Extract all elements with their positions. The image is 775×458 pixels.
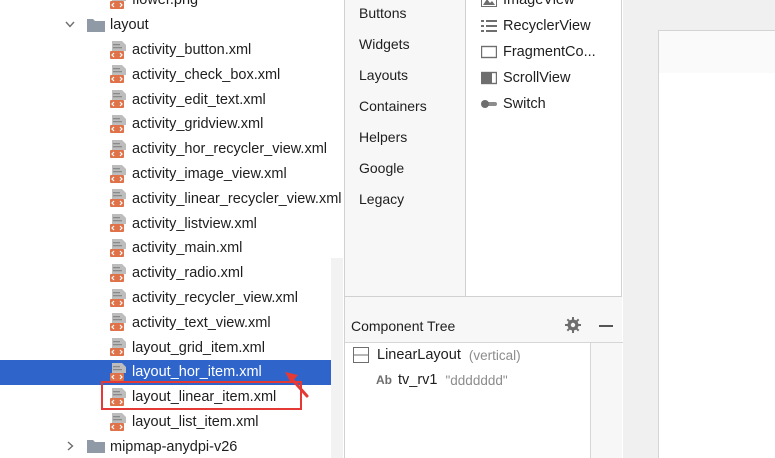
palette-category-google[interactable]: Google	[359, 160, 404, 176]
xml-file-icon	[110, 164, 128, 184]
tree-file-row[interactable]: activity_listview.xml	[0, 211, 343, 236]
component-node-linearlayout[interactable]: LinearLayout (vertical)	[353, 347, 521, 363]
device-preview[interactable]	[658, 30, 775, 458]
xml-file-icon	[110, 337, 128, 357]
tree-file-row[interactable]: activity_recycler_view.xml	[0, 286, 343, 311]
xml-file-icon	[110, 362, 128, 382]
palette-category-layouts[interactable]: Layouts	[359, 67, 408, 83]
component-node-tv-rv1[interactable]: Ab tv_rv1 "ddddddd"	[376, 372, 508, 388]
tree-file-row[interactable]: activity_text_view.xml	[0, 310, 343, 335]
tree-item-label: activity_linear_recycler_view.xml	[132, 190, 342, 207]
tree-item-label: layout	[110, 17, 149, 34]
tree-file-row[interactable]: activity_main.xml	[0, 236, 343, 261]
palette-items: ImageView RecyclerView FragmentCo... Scr…	[467, 0, 622, 296]
tree-item-label: activity_gridview.xml	[132, 116, 264, 133]
scroll-icon	[479, 70, 499, 86]
collapse-panel-icon[interactable]	[599, 325, 613, 327]
component-tree-header: Component Tree	[345, 297, 623, 343]
component-tree-panel: Component Tree LinearLayout (vertical) A…	[344, 296, 623, 458]
palette-item-scrollview[interactable]: ScrollView	[479, 68, 570, 88]
component-node-hint: (vertical)	[468, 347, 521, 363]
tree-folder-row[interactable]: layout	[0, 13, 343, 38]
linear-layout-icon	[353, 347, 371, 363]
design-canvas	[623, 0, 775, 458]
xml-file-icon	[110, 139, 128, 159]
folder-icon	[87, 18, 105, 32]
image-file-icon	[110, 0, 128, 10]
tree-item-label: activity_hor_recycler_view.xml	[132, 141, 328, 158]
palette-category-helpers[interactable]: Helpers	[359, 129, 407, 145]
tree-file-row[interactable]: activity_check_box.xml	[0, 62, 343, 87]
component-node-label: tv_rv1	[398, 372, 438, 388]
gear-icon[interactable]	[565, 317, 581, 333]
component-node-hint: "ddddddd"	[445, 372, 508, 388]
tree-file-row[interactable]: activity_button.xml	[0, 38, 343, 63]
palette-category-legacy[interactable]: Legacy	[359, 191, 404, 207]
tree-item-label: activity_check_box.xml	[132, 66, 281, 83]
tree-file-row[interactable]: activity_hor_recycler_view.xml	[0, 137, 343, 162]
tree-file-row[interactable]: activity_edit_text.xml	[0, 87, 343, 112]
tree-item-label: activity_button.xml	[132, 41, 252, 58]
palette-item-label: Switch	[503, 96, 546, 112]
component-tree-body: LinearLayout (vertical) Ab tv_rv1 "ddddd…	[345, 343, 591, 458]
xml-file-icon	[110, 114, 128, 134]
tree-item-label: activity_image_view.xml	[132, 165, 287, 182]
tree-item-label: layout_grid_item.xml	[132, 339, 265, 356]
palette-item-fragmentcontainer[interactable]: FragmentCo...	[479, 42, 596, 62]
chevron-down-icon[interactable]	[64, 19, 76, 31]
palette-categories: Buttons Widgets Layouts Containers Helpe…	[344, 0, 466, 296]
palette-item-label: ScrollView	[503, 70, 571, 86]
tree-folder-row[interactable]: mipmap-anydpi-v26	[0, 434, 343, 458]
tree-file-row[interactable]: flower.png	[0, 0, 343, 13]
component-tree-title: Component Tree	[351, 318, 456, 334]
tree-item-label: activity_text_view.xml	[132, 314, 271, 331]
tree-file-row[interactable]: activity_image_view.xml	[0, 162, 343, 187]
xml-file-icon	[110, 263, 128, 283]
list-icon	[479, 18, 499, 34]
xml-file-icon	[110, 312, 128, 332]
palette-item-label: ImageView	[503, 0, 575, 8]
xml-file-icon	[110, 238, 128, 258]
tree-file-row[interactable]: activity_gridview.xml	[0, 112, 343, 137]
tree-item-label: layout_hor_item.xml	[132, 364, 262, 381]
annotation-arrow	[285, 372, 309, 398]
palette-category-containers[interactable]: Containers	[359, 98, 427, 114]
textview-icon: Ab	[376, 373, 392, 387]
tree-item-label: flower.png	[132, 0, 199, 9]
tree-scrollbar[interactable]	[331, 258, 343, 458]
component-node-label: LinearLayout	[377, 347, 461, 363]
xml-file-icon	[110, 213, 128, 233]
tree-item-label: activity_recycler_view.xml	[132, 289, 298, 306]
xml-file-icon	[110, 89, 128, 109]
palette-item-label: FragmentCo...	[503, 44, 596, 60]
folder-icon	[87, 439, 105, 454]
palette-category-buttons[interactable]: Buttons	[359, 5, 406, 21]
xml-file-icon	[110, 288, 128, 308]
highlight-box	[101, 381, 302, 410]
switch-icon	[479, 96, 499, 112]
xml-file-icon	[110, 188, 128, 208]
palette-item-label: RecyclerView	[503, 18, 591, 34]
tree-item-label: layout_list_item.xml	[132, 413, 259, 430]
tree-file-row[interactable]: activity_linear_recycler_view.xml	[0, 186, 343, 211]
palette-item-imageview[interactable]: ImageView	[479, 0, 574, 10]
image-icon	[479, 0, 499, 8]
xml-file-icon	[110, 412, 128, 432]
device-preview-topbar	[659, 31, 775, 73]
tree-item-label: activity_radio.xml	[132, 265, 244, 282]
tree-file-row[interactable]: layout_grid_item.xml	[0, 335, 343, 360]
tree-item-label: activity_main.xml	[132, 240, 243, 257]
palette-item-switch[interactable]: Switch	[479, 94, 546, 114]
xml-file-icon	[110, 40, 128, 60]
tree-item-label: mipmap-anydpi-v26	[110, 438, 238, 455]
tree-file-row[interactable]: activity_radio.xml	[0, 261, 343, 286]
palette-item-recyclerview[interactable]: RecyclerView	[479, 16, 591, 36]
tree-file-row[interactable]: layout_list_item.xml	[0, 410, 343, 435]
tree-item-label: activity_edit_text.xml	[132, 91, 266, 108]
fragment-icon	[479, 44, 499, 60]
tree-item-label: activity_listview.xml	[132, 215, 257, 232]
chevron-right-icon[interactable]	[64, 440, 76, 452]
palette-category-widgets[interactable]: Widgets	[359, 36, 410, 52]
xml-file-icon	[110, 64, 128, 84]
